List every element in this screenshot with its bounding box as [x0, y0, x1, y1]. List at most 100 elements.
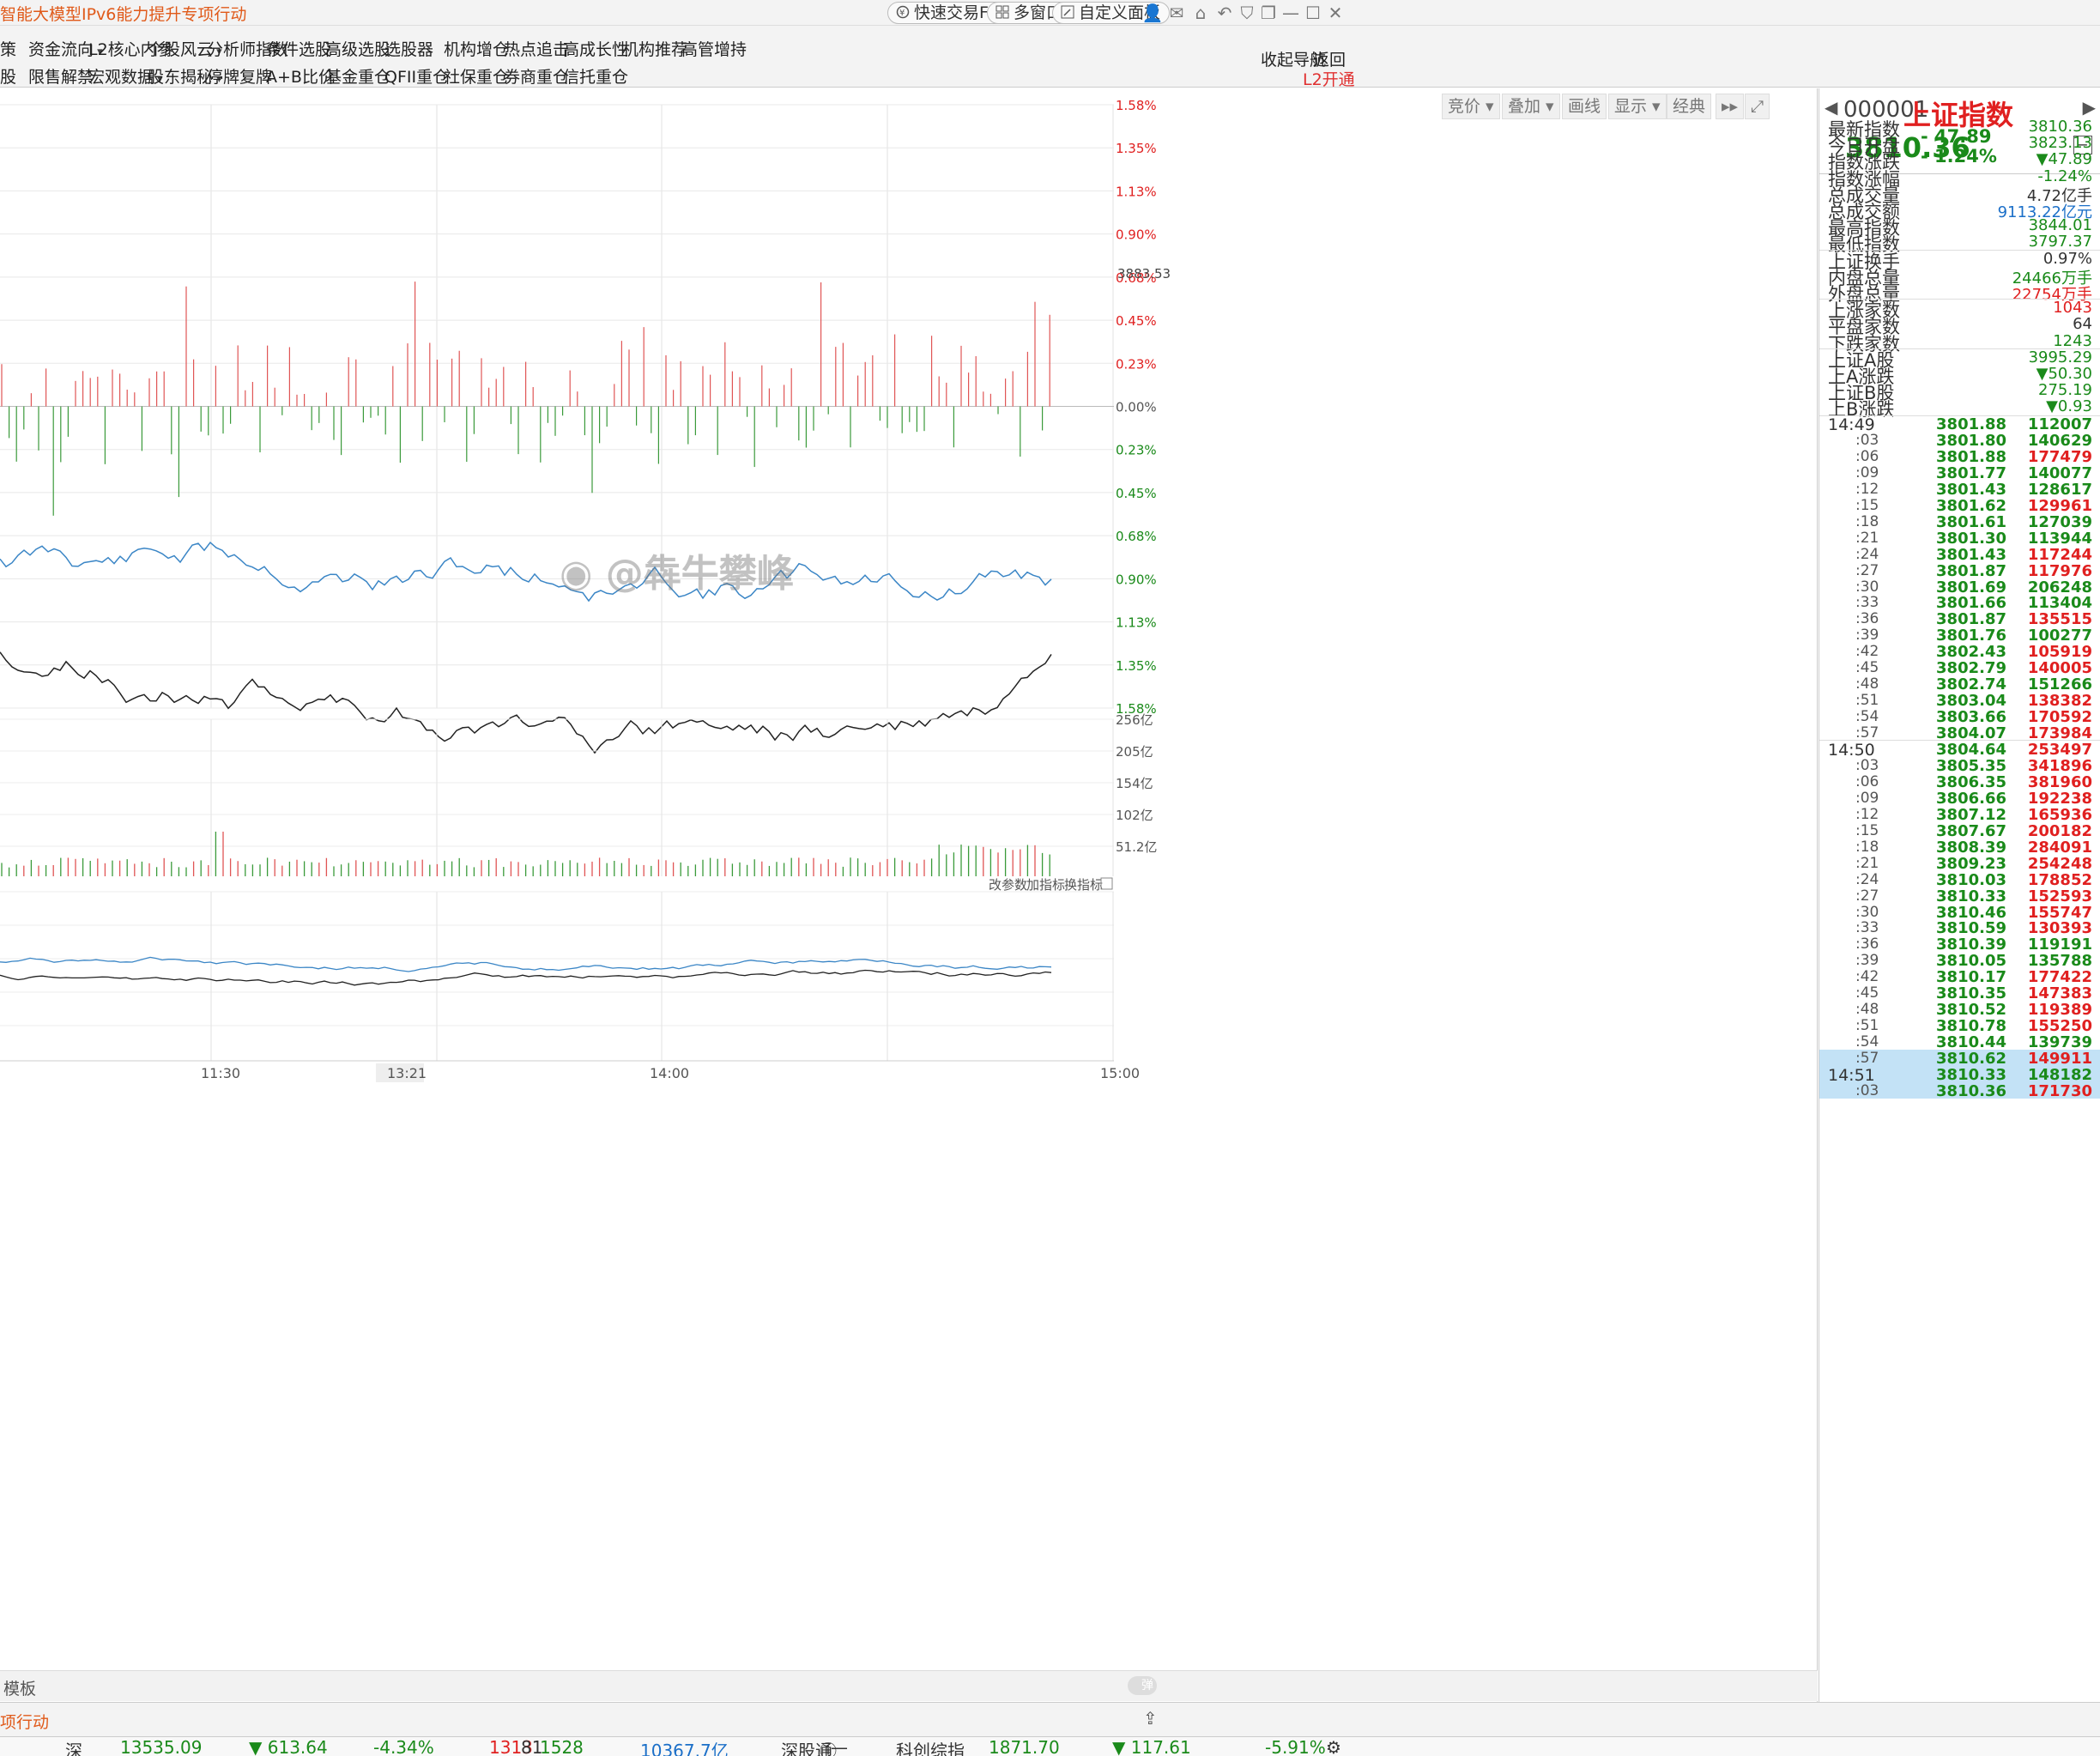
tick-row[interactable]: :33 3801.66 113404 — [1819, 594, 2100, 613]
popup-toggle[interactable]: 弹 — [1128, 1676, 1157, 1695]
template-tab[interactable]: 模板 — [3, 1676, 36, 1699]
tick-row[interactable]: :15 3801.62 129961 — [1819, 496, 2100, 515]
tick-row[interactable]: :03 3810.36 171730 — [1819, 1081, 2100, 1100]
menu-advanced-select[interactable]: 高级选股 — [325, 37, 390, 60]
menu-fund-holding[interactable]: 基金重仓 — [325, 64, 390, 88]
tick-row[interactable]: :06 3801.88 177479 — [1819, 448, 2100, 466]
restore-window-icon[interactable]: ❐ — [1257, 2, 1280, 24]
tick-row[interactable]: :24 3801.43 117244 — [1819, 546, 2100, 564]
menu-strategy[interactable]: 策 — [0, 37, 16, 60]
menu-suspension[interactable]: 停牌复牌 — [207, 64, 272, 88]
tick-row[interactable]: :27 3801.87 117976 — [1819, 562, 2100, 580]
tick-time: :51 — [1855, 692, 1879, 710]
menu-institution-recommend[interactable]: 机构推荐 — [622, 37, 687, 60]
intraday-chart[interactable]: 1.58% 1.35% 1.13% 0.90% 0.68% 0.45% 0.23% 0.00%… — [0, 88, 1818, 1670]
tick-row[interactable]: :36 3810.39 119191 — [1819, 936, 2100, 954]
export-icon[interactable]: ⇪ — [1143, 1708, 1158, 1729]
tick-row[interactable]: :30 3801.69 206248 — [1819, 578, 2100, 596]
tick-row[interactable]: :57 3804.07 173984 — [1819, 724, 2100, 742]
menu-institution-add[interactable]: 机构增仓 — [444, 37, 509, 60]
tick-row[interactable]: :09 3801.77 140077 — [1819, 464, 2100, 482]
template-bar: 模板 弹 — [0, 1670, 1818, 1701]
tick-row[interactable]: :21 3801.30 113944 — [1819, 530, 2100, 548]
home-icon[interactable]: ⌂ — [1189, 2, 1212, 24]
menu-lockup[interactable]: 限售解禁 — [28, 64, 94, 88]
tick-row[interactable]: :39 3801.76 100277 — [1819, 627, 2100, 645]
tick-row[interactable]: :12 3807.12 165936 — [1819, 806, 2100, 824]
indicator-button[interactable]: 加指标 — [1026, 877, 1065, 893]
tick-row[interactable]: :12 3801.43 128617 — [1819, 481, 2100, 499]
tick-row[interactable]: :21 3809.23 254248 — [1819, 855, 2100, 873]
tick-row[interactable]: :45 3810.35 147383 — [1819, 984, 2100, 1002]
maximize-icon[interactable]: ☐ — [1302, 2, 1324, 24]
menu-qfii-holding[interactable]: QFII重仓 — [384, 64, 449, 88]
tick-row[interactable]: :42 3810.17 177422 — [1819, 968, 2100, 987]
tick-row[interactable]: :06 3806.35 381960 — [1819, 773, 2100, 791]
tick-row[interactable]: :18 3801.61 127039 — [1819, 513, 2100, 531]
menu-trust-holding[interactable]: 信托重仓 — [563, 64, 628, 88]
x-tick-1321: 13:21 — [387, 1065, 427, 1081]
menu-social-holding[interactable]: 社保重仓 — [444, 64, 509, 88]
tick-row[interactable]: :36 3801.87 135515 — [1819, 610, 2100, 628]
overlay-button[interactable]: 叠加 ▾ — [1502, 94, 1560, 119]
next-stock-icon[interactable]: ▶ — [2083, 97, 2096, 118]
tick-row[interactable]: :51 3810.78 155250 — [1819, 1017, 2100, 1035]
tick-row[interactable]: :54 3803.66 170592 — [1819, 708, 2100, 726]
tick-row[interactable]: :51 3803.04 138382 — [1819, 692, 2100, 710]
status-news[interactable]: 项行动 — [0, 1710, 49, 1733]
tick-row[interactable]: :24 3810.03 178852 — [1819, 871, 2100, 889]
fullscreen-icon[interactable]: ⤢ — [1745, 94, 1770, 119]
menu-condition-select[interactable]: 条件选股 — [266, 37, 331, 60]
menu-exec-holding[interactable]: 高管增持 — [681, 37, 747, 60]
quote-field-value: 64 — [2073, 315, 2092, 334]
x-tick-1130: 11:30 — [201, 1065, 240, 1081]
close-icon[interactable]: ✕ — [1324, 2, 1347, 24]
tick-row[interactable]: :39 3810.05 135788 — [1819, 952, 2100, 970]
menu-stock-picker[interactable]: 选股器 — [384, 37, 433, 60]
user-icon[interactable]: 👤 — [1141, 2, 1164, 24]
draw-line-button[interactable]: 画线 — [1562, 94, 1607, 119]
tick-row[interactable]: :15 3807.67 200182 — [1819, 822, 2100, 840]
auction-button[interactable]: 竞价 ▾ — [1442, 94, 1500, 119]
tick-price: 3810.17 — [1936, 968, 2006, 987]
classic-button[interactable]: 经典 — [1667, 94, 1712, 119]
tick-row[interactable]: 14:49 3801.88 112007 — [1819, 415, 2100, 434]
l2-open-link[interactable]: L2开通 — [1303, 67, 1355, 90]
indicator-button[interactable]: 换指标 — [1064, 877, 1103, 893]
tick-price: 3801.62 — [1936, 496, 2006, 515]
tick-price: 3810.62 — [1936, 1050, 2006, 1069]
minimize-icon[interactable]: — — [1280, 2, 1302, 24]
prev-stock-icon[interactable]: ◀ — [1825, 97, 1837, 118]
display-button[interactable]: 显示 ▾ — [1608, 94, 1667, 119]
menu-high-growth[interactable]: 高成长性 — [563, 37, 628, 60]
tick-row[interactable]: :09 3806.66 192238 — [1819, 790, 2100, 808]
menu-stock[interactable]: 股 — [0, 64, 16, 88]
tick-row[interactable]: :33 3810.59 130393 — [1819, 919, 2100, 937]
tick-row[interactable]: :45 3802.79 140005 — [1819, 659, 2100, 677]
tick-row[interactable]: :48 3810.52 119389 — [1819, 1001, 2100, 1019]
tick-row[interactable]: :48 3802.74 151266 — [1819, 675, 2100, 693]
tick-row[interactable]: :30 3810.46 155747 — [1819, 904, 2100, 922]
shirt-icon[interactable]: ⛉ — [1236, 2, 1258, 24]
tick-row[interactable]: :03 3801.80 140629 — [1819, 432, 2100, 450]
tick-row[interactable]: :54 3810.44 139739 — [1819, 1033, 2100, 1051]
tick-volume: 113404 — [2027, 594, 2092, 613]
tick-row[interactable]: 14:50 3804.64 253497 — [1819, 741, 2100, 760]
menu-ab-ratio[interactable]: A+B比价 — [266, 64, 335, 88]
mail-icon[interactable]: ✉ — [1165, 2, 1188, 24]
tick-time: :39 — [1855, 952, 1879, 970]
tick-row[interactable]: :27 3810.33 152593 — [1819, 887, 2100, 905]
menu-hotspot[interactable]: 热点追击 — [504, 37, 569, 60]
undo-icon[interactable]: ↶ — [1213, 2, 1236, 24]
tick-row[interactable]: :18 3808.39 284091 — [1819, 839, 2100, 857]
tick-row[interactable]: :03 3805.35 341896 — [1819, 757, 2100, 775]
settings-icon[interactable]: ⚙ — [1326, 1737, 1341, 1756]
sz-index: 13535.09 — [120, 1737, 203, 1756]
tick-row[interactable]: :57 3810.62 149911 — [1819, 1050, 2100, 1069]
indicator-button[interactable]: 改参数 — [989, 877, 1027, 893]
play-icon[interactable]: ▸▸ — [1716, 94, 1745, 119]
menu-broker-holding[interactable]: 券商重仓 — [504, 64, 569, 88]
tick-row[interactable]: 14:51 3810.33 148182 — [1819, 1066, 2100, 1085]
tick-row[interactable]: :42 3802.43 105919 — [1819, 643, 2100, 661]
quote-separator — [1819, 249, 2100, 251]
